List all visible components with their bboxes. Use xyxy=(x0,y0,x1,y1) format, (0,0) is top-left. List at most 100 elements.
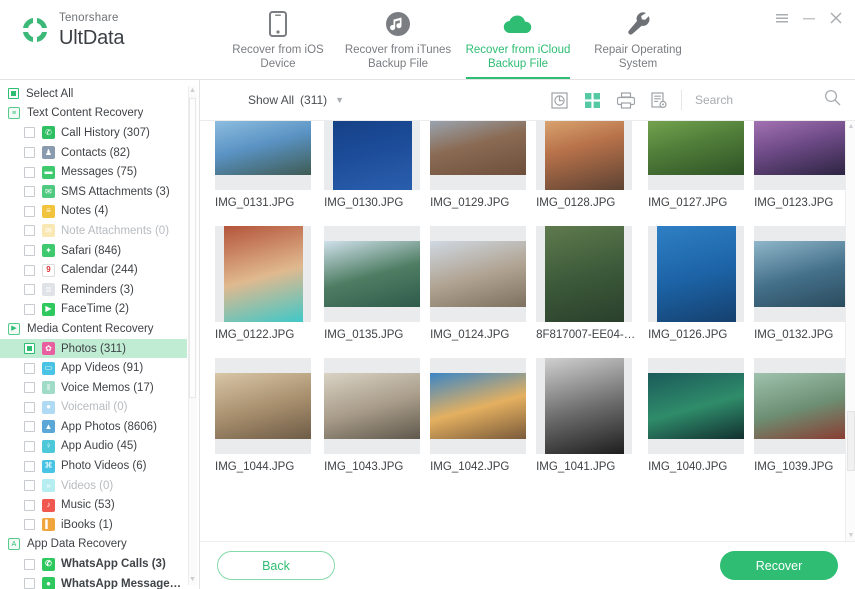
sidebar-item-photos-311[interactable]: ✿ Photos (311) xyxy=(0,338,187,359)
photo-cell[interactable]: IMG_1040.JPG xyxy=(643,350,749,482)
item-checkbox[interactable] xyxy=(24,558,35,570)
item-checkbox[interactable] xyxy=(24,499,35,511)
sidebar-item-whatsapp-messages-3[interactable]: ● WhatsApp Messages (3) xyxy=(0,574,187,589)
photo-cell[interactable]: IMG_0135.JPG xyxy=(319,218,425,350)
photo-thumbnail[interactable] xyxy=(536,226,633,322)
photo-cell[interactable]: IMG_0122.JPG xyxy=(210,218,319,350)
photo-thumbnail[interactable] xyxy=(648,121,745,190)
scroll-up-arrow[interactable]: ▲ xyxy=(846,121,855,132)
photo-thumbnail[interactable] xyxy=(215,358,311,454)
grid-scrollbar[interactable]: ▲ ▼ xyxy=(845,121,855,541)
sidebar-item-select-all[interactable]: Select All xyxy=(0,84,187,104)
item-checkbox[interactable] xyxy=(24,480,35,492)
nav-recover-icloud-backup[interactable]: Recover from iCloud Backup File xyxy=(458,0,578,79)
photo-thumbnail[interactable] xyxy=(324,358,421,454)
photo-thumbnail[interactable] xyxy=(536,121,633,190)
search-icon[interactable] xyxy=(824,89,841,111)
item-checkbox[interactable] xyxy=(24,578,35,589)
sidebar-item-messages-75[interactable]: ▬ Messages (75) xyxy=(0,162,187,182)
scrollbar-thumb[interactable] xyxy=(189,98,196,398)
photo-thumbnail[interactable] xyxy=(648,226,745,322)
sidebar-item-app-audio-45[interactable]: ♀ App Audio (45) xyxy=(0,437,187,457)
sidebar-item-reminders-3[interactable]: ≣ Reminders (3) xyxy=(0,280,187,300)
photo-thumbnail[interactable] xyxy=(430,358,527,454)
photo-thumbnail[interactable] xyxy=(215,121,311,190)
photo-cell[interactable]: IMG_0123.JPG xyxy=(749,121,855,218)
photo-thumbnail[interactable] xyxy=(536,358,633,454)
minimize-icon[interactable] xyxy=(802,11,816,25)
photo-cell[interactable]: IMG_0132.JPG xyxy=(749,218,855,350)
sidebar-item-ibooks-1[interactable]: ▍ iBooks (1) xyxy=(0,515,187,535)
item-checkbox[interactable] xyxy=(24,245,35,257)
export-settings-icon[interactable] xyxy=(649,91,668,110)
sidebar-item-videos-0[interactable]: » Videos (0) xyxy=(0,476,187,496)
item-checkbox[interactable] xyxy=(24,303,35,315)
photo-cell[interactable]: IMG_1041.JPG xyxy=(531,350,643,482)
nav-recover-itunes-backup[interactable]: Recover from iTunes Backup File xyxy=(338,0,458,79)
recover-button[interactable]: Recover xyxy=(720,551,838,580)
grid-view-icon[interactable] xyxy=(583,91,602,110)
photo-thumbnail[interactable] xyxy=(430,121,527,190)
photo-thumbnail[interactable] xyxy=(324,121,421,190)
search-input[interactable] xyxy=(695,93,820,107)
nav-repair-operating-system[interactable]: Repair Operating System xyxy=(578,0,698,79)
close-icon[interactable] xyxy=(829,11,843,25)
photo-cell[interactable]: 8F817007-EE04-4... xyxy=(531,218,643,350)
sidebar-item-safari-846[interactable]: ✦ Safari (846) xyxy=(0,241,187,261)
item-checkbox[interactable] xyxy=(24,382,35,394)
photo-thumbnail[interactable] xyxy=(324,226,421,322)
photo-thumbnail[interactable] xyxy=(215,226,311,322)
sidebar-item-whatsapp-calls-3[interactable]: ✆ WhatsApp Calls (3) xyxy=(0,554,187,574)
item-checkbox[interactable] xyxy=(24,225,35,237)
item-checkbox[interactable] xyxy=(24,421,35,433)
print-icon[interactable] xyxy=(616,91,635,110)
photo-cell[interactable]: IMG_0128.JPG xyxy=(531,121,643,218)
photo-thumbnail[interactable] xyxy=(430,226,527,322)
sidebar-scrollbar[interactable]: ▲ ▼ xyxy=(188,86,197,585)
photo-cell[interactable]: IMG_1042.JPG xyxy=(425,350,531,482)
scrollbar-thumb[interactable] xyxy=(847,411,855,471)
select-all-checkbox[interactable] xyxy=(8,88,19,100)
sidebar-group-0[interactable]: ≡ Text Content Recovery xyxy=(0,104,187,124)
nav-recover-ios-device[interactable]: Recover from iOS Device xyxy=(218,0,338,79)
sidebar-item-facetime-2[interactable]: ▶ FaceTime (2) xyxy=(0,300,187,320)
sidebar-group-2[interactable]: A App Data Recovery xyxy=(0,535,187,555)
item-checkbox[interactable] xyxy=(24,401,35,413)
photo-cell[interactable]: IMG_1043.JPG xyxy=(319,350,425,482)
sidebar-item-calendar-244[interactable]: 9 Calendar (244) xyxy=(0,260,187,280)
photo-cell[interactable]: IMG_0131.JPG xyxy=(210,121,319,218)
item-checkbox[interactable] xyxy=(24,519,35,531)
sidebar-item-photo-videos-6[interactable]: ⌘ Photo Videos (6) xyxy=(0,456,187,476)
sidebar-group-1[interactable]: ▶ Media Content Recovery xyxy=(0,319,187,339)
item-checkbox[interactable] xyxy=(24,205,35,217)
item-checkbox[interactable] xyxy=(24,284,35,296)
sidebar-item-contacts-82[interactable]: ♟ Contacts (82) xyxy=(0,143,187,163)
item-checkbox[interactable] xyxy=(24,460,35,472)
item-checkbox[interactable] xyxy=(24,264,35,276)
item-checkbox[interactable] xyxy=(24,362,35,374)
item-checkbox[interactable] xyxy=(24,166,35,178)
item-checkbox[interactable] xyxy=(24,147,35,159)
back-button[interactable]: Back xyxy=(217,551,335,580)
photo-thumbnail[interactable] xyxy=(754,121,851,190)
search-box[interactable] xyxy=(695,93,820,107)
time-view-icon[interactable] xyxy=(550,91,569,110)
scroll-down-arrow[interactable]: ▼ xyxy=(188,575,197,585)
sidebar-item-sms-attachments-3[interactable]: ✉ SMS Attachments (3) xyxy=(0,182,187,202)
photo-thumbnail[interactable] xyxy=(754,358,851,454)
item-checkbox[interactable] xyxy=(24,127,35,139)
item-checkbox[interactable] xyxy=(24,186,35,198)
photo-cell[interactable]: IMG_1039.JPG xyxy=(749,350,855,482)
photo-cell[interactable]: IMG_0129.JPG xyxy=(425,121,531,218)
photo-cell[interactable]: IMG_0127.JPG xyxy=(643,121,749,218)
photo-cell[interactable]: IMG_0130.JPG xyxy=(319,121,425,218)
item-checkbox[interactable] xyxy=(24,440,35,452)
photo-cell[interactable]: IMG_1044.JPG xyxy=(210,350,319,482)
item-checkbox[interactable] xyxy=(24,343,35,355)
sidebar-item-voicemail-0[interactable]: ● Voicemail (0) xyxy=(0,398,187,418)
sidebar-item-music-53[interactable]: ♪ Music (53) xyxy=(0,495,187,515)
show-all-dropdown[interactable]: Show All (311) ▼ xyxy=(248,93,344,107)
sidebar-item-note-attachments-0[interactable]: ✉ Note Attachments (0) xyxy=(0,221,187,241)
sidebar-item-notes-4[interactable]: ≡ Notes (4) xyxy=(0,202,187,222)
scroll-up-arrow[interactable]: ▲ xyxy=(188,86,197,96)
